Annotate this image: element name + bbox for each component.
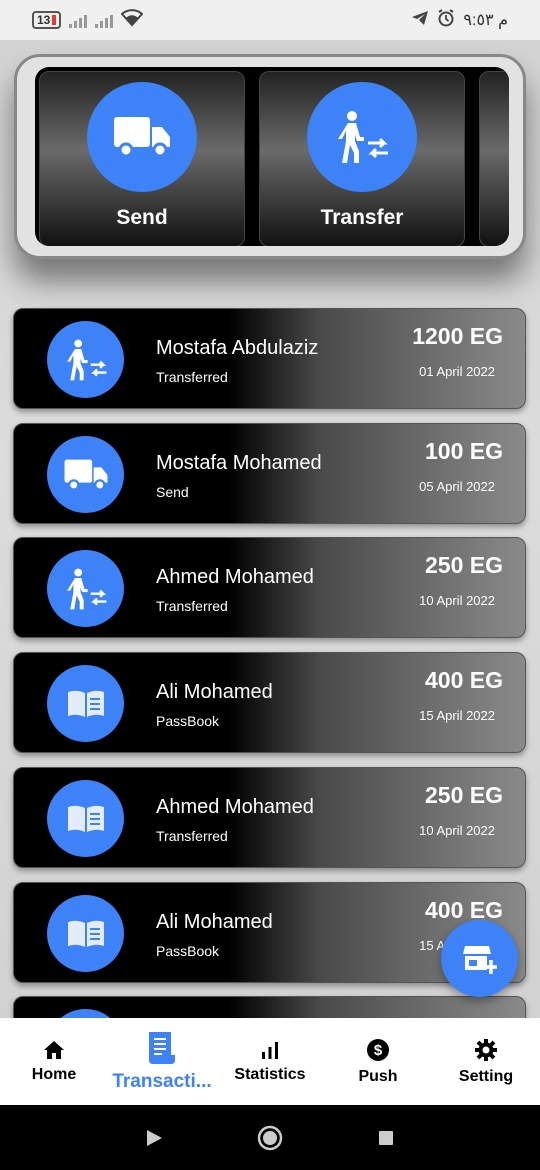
transaction-icon-circle — [47, 436, 124, 513]
transaction-icon-circle — [47, 665, 124, 742]
back-button[interactable] — [139, 1123, 169, 1153]
transaction-amount: 100 EG — [425, 438, 503, 464]
recents-button[interactable] — [371, 1123, 401, 1153]
transaction-date: 10 April 2022 — [419, 823, 495, 838]
transfer-action-card[interactable]: Transfer — [259, 71, 465, 246]
signal-icon-2 — [95, 12, 114, 28]
transfer-action-icon-circle — [307, 82, 417, 192]
battery-level: 13 — [37, 13, 51, 27]
transaction-icon-circle — [47, 780, 124, 857]
transaction-card[interactable]: Mostafa Mohamed Send 100 EG 05 April 202… — [13, 423, 526, 524]
transaction-name: Ahmed Mohamed — [156, 796, 314, 818]
next-action-card[interactable] — [479, 71, 509, 246]
nav-item-setting[interactable]: Setting — [432, 1018, 540, 1105]
transaction-card[interactable]: Mostafa Abdulaziz Transferred 1200 EG 01… — [13, 308, 526, 409]
transaction-name: Mostafa Abdulaziz — [156, 337, 319, 359]
transfer-action-label: Transfer — [320, 206, 404, 229]
person-transfer-icon — [338, 111, 388, 163]
receipt-icon — [149, 1031, 175, 1064]
status-bar: 13 م ٩:٥٣ — [0, 0, 540, 40]
truck-icon — [114, 117, 170, 158]
transaction-type: Transferred — [156, 828, 228, 844]
status-right: م ٩:٥٣ — [411, 8, 508, 32]
status-time: م ٩:٥٣ — [463, 12, 508, 29]
transaction-card[interactable]: Ahmed Mohamed Transferred 250 EG 10 Apri… — [13, 537, 526, 638]
send-action-label: Send — [116, 206, 168, 229]
home-circle-icon — [257, 1125, 283, 1150]
status-left: 13 — [32, 9, 144, 31]
signal-icon — [69, 12, 88, 28]
book-icon — [67, 805, 104, 832]
transaction-date: 05 April 2022 — [419, 479, 495, 494]
transaction-date: 01 April 2022 — [419, 364, 495, 379]
book-icon — [67, 690, 104, 717]
nav-label-setting: Setting — [458, 1067, 514, 1085]
nav-item-transactions[interactable]: Transacti... — [108, 1018, 216, 1105]
transaction-icon-circle — [47, 321, 124, 398]
transaction-card[interactable]: Ahmed Mohamed Transferred 250 EG 10 Apri… — [13, 767, 526, 868]
transaction-card[interactable]: Ali Mohamed PassBook 400 EG 15 April 202… — [13, 652, 526, 753]
transaction-icon-circle — [47, 895, 124, 972]
transaction-name: Ahmed Mohamed — [156, 566, 314, 588]
gear-icon — [475, 1038, 497, 1061]
person-transfer-icon — [66, 339, 106, 380]
truck-icon — [64, 459, 107, 491]
transaction-amount: 400 EG — [425, 667, 503, 693]
transaction-name: Mostafa Mohamed — [156, 452, 322, 474]
bottom-navigation: Home Transacti... Statistics $ Push Sett… — [0, 1018, 540, 1105]
person-transfer-icon — [66, 568, 106, 609]
nav-item-home[interactable]: Home — [0, 1018, 108, 1105]
send-action-card[interactable]: Send — [39, 71, 245, 246]
send-action-icon-circle — [87, 82, 197, 192]
nav-label-push: Push — [358, 1067, 398, 1085]
battery-indicator: 13 — [32, 11, 62, 29]
telegram-icon — [411, 10, 429, 31]
transaction-type: Transferred — [156, 369, 228, 385]
transaction-type: PassBook — [156, 713, 220, 729]
bar-chart-icon — [262, 1041, 278, 1059]
system-navigation-bar — [0, 1105, 540, 1170]
nav-label-transactions: Transacti... — [112, 1070, 212, 1092]
action-carousel: Send Transfer — [14, 54, 526, 259]
nav-label-home: Home — [31, 1065, 77, 1083]
home-icon — [44, 1040, 64, 1059]
transaction-amount: 250 EG — [425, 782, 503, 808]
transaction-icon-circle — [47, 550, 124, 627]
svg-text:$: $ — [374, 1042, 383, 1059]
back-triangle-icon — [147, 1129, 162, 1146]
dollar-icon: $ — [367, 1038, 389, 1061]
transaction-name: Ali Mohamed — [156, 681, 273, 703]
home-system-button[interactable] — [255, 1123, 285, 1153]
transaction-date: 10 April 2022 — [419, 593, 495, 608]
add-store-fab[interactable] — [441, 920, 518, 997]
wifi-icon — [120, 9, 144, 31]
battery-fill — [52, 15, 57, 25]
nav-label-statistics: Statistics — [234, 1065, 306, 1083]
transaction-type: PassBook — [156, 943, 220, 959]
transaction-amount: 250 EG — [425, 552, 503, 578]
alarm-icon — [437, 8, 455, 32]
nav-item-push[interactable]: $ Push — [324, 1018, 432, 1105]
action-carousel-track[interactable]: Send Transfer — [35, 67, 509, 246]
store-add-icon — [462, 945, 497, 974]
transaction-type: Send — [156, 484, 189, 500]
transaction-type: Transferred — [156, 598, 228, 614]
transaction-date: 15 April 2022 — [419, 708, 495, 723]
transaction-amount: 1200 EG — [412, 323, 503, 349]
transaction-amount: 400 EG — [425, 897, 503, 923]
nav-item-statistics[interactable]: Statistics — [216, 1018, 324, 1105]
transaction-name: Ali Mohamed — [156, 911, 273, 933]
recents-square-icon — [379, 1130, 393, 1145]
book-icon — [67, 920, 104, 947]
